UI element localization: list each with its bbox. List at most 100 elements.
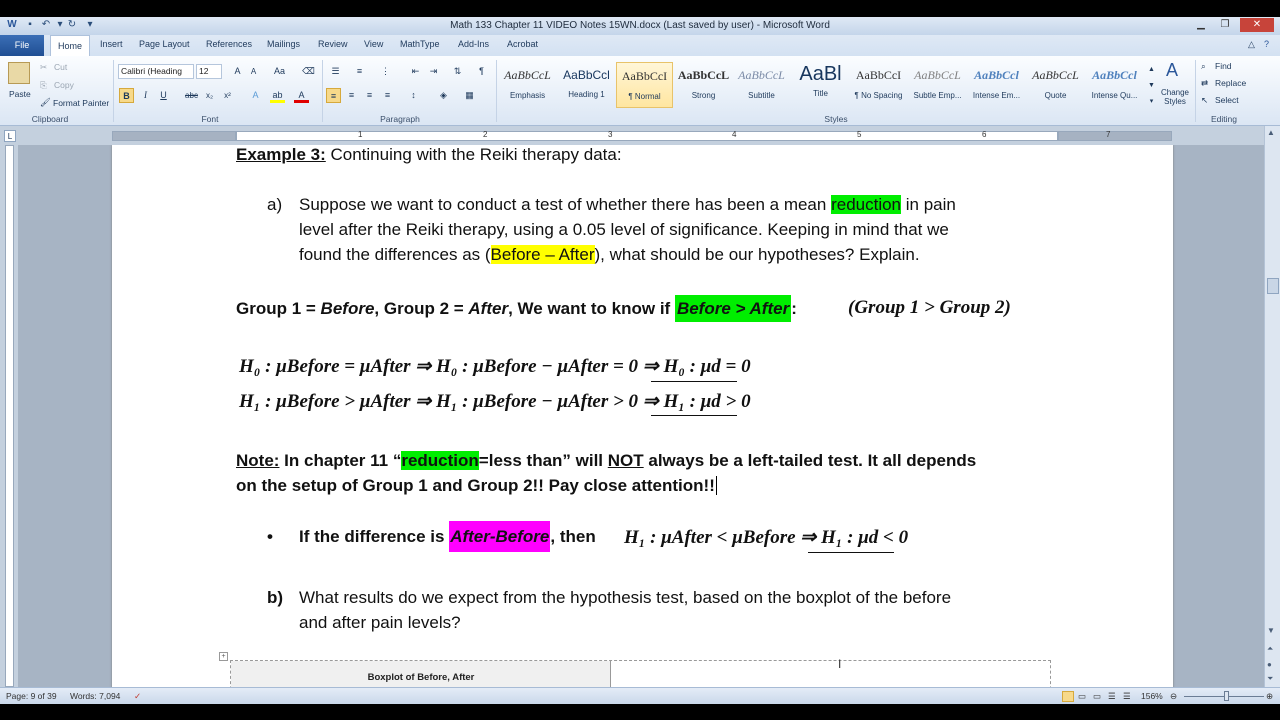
styles-more-icon[interactable]: ▾ — [1144, 94, 1159, 109]
replace-icon[interactable]: ⇄ — [1201, 78, 1208, 89]
align-right-icon[interactable]: ≡ — [362, 88, 377, 103]
borders-icon[interactable]: ▦ — [462, 88, 477, 103]
tab-add-ins[interactable]: Add-Ins — [458, 39, 489, 49]
zoom-slider-thumb[interactable] — [1224, 691, 1229, 701]
tab-mathtype[interactable]: MathType — [400, 39, 440, 49]
style-normal[interactable]: AaBbCcI ¶ Normal — [616, 62, 673, 108]
styles-scroll-up-icon[interactable]: ▲ — [1144, 62, 1159, 77]
copy-button[interactable]: Copy — [54, 80, 74, 90]
maximize-icon[interactable]: ❐ — [1214, 18, 1236, 32]
superscript-icon[interactable]: x² — [220, 88, 235, 103]
shrink-font-icon[interactable]: A — [246, 64, 261, 79]
table-move-handle-icon[interactable]: + — [219, 652, 228, 661]
vertical-scrollbar[interactable]: ▲ ▼ ⏶ ● ⏷ — [1264, 126, 1280, 687]
italic-icon[interactable]: I — [138, 88, 153, 103]
horizontal-ruler[interactable]: L 1 2 3 4 5 6 7 — [0, 126, 1280, 145]
format-painter-button[interactable]: Format Painter — [53, 98, 109, 108]
full-screen-reading-icon[interactable]: ▭ — [1078, 691, 1086, 702]
font-color-icon[interactable]: A — [294, 88, 309, 103]
print-layout-icon[interactable] — [1062, 691, 1074, 702]
boxplot-table[interactable]: Boxplot of Before, After — [230, 660, 1051, 687]
zoom-in-icon[interactable]: ⊕ — [1266, 691, 1273, 702]
cut-icon[interactable]: ✂ — [40, 62, 47, 73]
minimize-ribbon-icon[interactable]: △ — [1248, 39, 1255, 50]
tab-references[interactable]: References — [206, 39, 252, 49]
style-no-spacing[interactable]: AaBbCcI ¶ No Spacing — [850, 62, 907, 108]
shading-icon[interactable]: ◈ — [436, 88, 451, 103]
paste-icon[interactable] — [8, 62, 30, 84]
style-quote[interactable]: AaBbCcL Quote — [1027, 62, 1084, 108]
grow-font-icon[interactable]: A — [230, 64, 245, 79]
font-name-select[interactable]: Calibri (Heading — [118, 64, 194, 79]
multilevel-list-icon[interactable]: ⋮ — [378, 64, 393, 79]
highlight-icon[interactable]: ab — [270, 88, 285, 103]
web-layout-icon[interactable]: ▭ — [1093, 691, 1101, 702]
bullets-icon[interactable]: ☰ — [328, 64, 343, 79]
change-styles-icon[interactable]: A — [1166, 60, 1178, 81]
style-title[interactable]: AaBl Title — [792, 62, 849, 108]
select-icon[interactable]: ↖ — [1201, 95, 1208, 106]
close-icon[interactable]: ✕ — [1240, 18, 1274, 32]
tab-view[interactable]: View — [364, 39, 383, 49]
browse-object-icon[interactable]: ● — [1267, 660, 1272, 669]
styles-scroll-down-icon[interactable]: ▼ — [1144, 78, 1159, 93]
word-count[interactable]: Words: 7,094 — [70, 691, 120, 701]
document-area[interactable]: Example 3: Continuing with the Reiki the… — [18, 145, 1264, 687]
minimize-icon[interactable]: ▁ — [1190, 18, 1212, 32]
scroll-down-icon[interactable]: ▼ — [1267, 626, 1275, 635]
clear-formatting-icon[interactable]: ⌫ — [301, 64, 316, 79]
style-emphasis[interactable]: AaBbCcL Emphasis — [499, 62, 556, 108]
help-icon[interactable]: ? — [1264, 39, 1269, 49]
tab-review[interactable]: Review — [318, 39, 348, 49]
tab-mailings[interactable]: Mailings — [267, 39, 300, 49]
tab-selector-icon[interactable]: L — [4, 130, 16, 142]
bold-icon[interactable]: B — [119, 88, 134, 103]
justify-icon[interactable]: ≡ — [380, 88, 395, 103]
select-button[interactable]: Select — [1215, 95, 1239, 105]
zoom-level[interactable]: 156% — [1141, 691, 1163, 701]
line-spacing-icon[interactable]: ↕ — [406, 88, 421, 103]
decrease-indent-icon[interactable]: ⇤ — [408, 64, 423, 79]
style-strong[interactable]: AaBbCcL Strong — [675, 62, 732, 108]
style-heading-1[interactable]: AaBbCcl Heading 1 — [558, 62, 615, 108]
style-subtle-emphasis[interactable]: AaBbCcL Subtle Emp... — [909, 62, 966, 108]
align-left-icon[interactable]: ≡ — [326, 88, 341, 103]
find-icon[interactable]: ⌕ — [1201, 61, 1206, 72]
change-case-icon[interactable]: Aa — [272, 64, 287, 79]
find-button[interactable]: Find — [1215, 61, 1232, 71]
align-center-icon[interactable]: ≡ — [344, 88, 359, 103]
document-page[interactable]: Example 3: Continuing with the Reiki the… — [112, 145, 1173, 687]
paste-button[interactable]: Paste — [9, 89, 31, 99]
strikethrough-icon[interactable]: abc — [184, 88, 199, 103]
increase-indent-icon[interactable]: ⇥ — [426, 64, 441, 79]
tab-insert[interactable]: Insert — [100, 39, 123, 49]
subscript-icon[interactable]: x₂ — [202, 88, 217, 103]
format-painter-icon[interactable]: 🖌 — [40, 97, 51, 108]
tab-file[interactable]: File — [0, 35, 44, 56]
style-subtitle[interactable]: AaBbCcL Subtitle — [733, 62, 790, 108]
draft-icon[interactable]: ☰ — [1123, 691, 1131, 702]
proofing-icon[interactable]: ✓ — [134, 691, 141, 702]
scrollbar-thumb[interactable] — [1267, 278, 1279, 294]
cut-button[interactable]: Cut — [54, 62, 67, 72]
numbering-icon[interactable]: ≡ — [352, 64, 367, 79]
scroll-up-icon[interactable]: ▲ — [1267, 128, 1275, 137]
text-effects-icon[interactable]: A — [248, 88, 263, 103]
tab-page-layout[interactable]: Page Layout — [139, 39, 190, 49]
zoom-out-icon[interactable]: ⊖ — [1170, 691, 1177, 702]
style-intense-emphasis[interactable]: AaBbCcl Intense Em... — [968, 62, 1025, 108]
underline-icon[interactable]: U — [156, 88, 171, 103]
style-intense-quote[interactable]: AaBbCcl Intense Qu... — [1086, 62, 1143, 108]
outline-icon[interactable]: ☰ — [1108, 691, 1116, 702]
copy-icon[interactable]: ⎘ — [40, 80, 47, 91]
next-page-icon[interactable]: ⏷ — [1267, 674, 1273, 684]
page-count[interactable]: Page: 9 of 39 — [6, 691, 57, 701]
sort-icon[interactable]: ⇅ — [450, 64, 465, 79]
show-marks-icon[interactable]: ¶ — [474, 64, 489, 79]
tab-home[interactable]: Home — [50, 35, 90, 56]
replace-button[interactable]: Replace — [1215, 78, 1246, 88]
previous-page-icon[interactable]: ⏶ — [1267, 644, 1273, 654]
change-styles-button[interactable]: Change Styles — [1159, 88, 1191, 106]
tab-acrobat[interactable]: Acrobat — [507, 39, 538, 49]
font-size-select[interactable]: 12 — [196, 64, 222, 79]
